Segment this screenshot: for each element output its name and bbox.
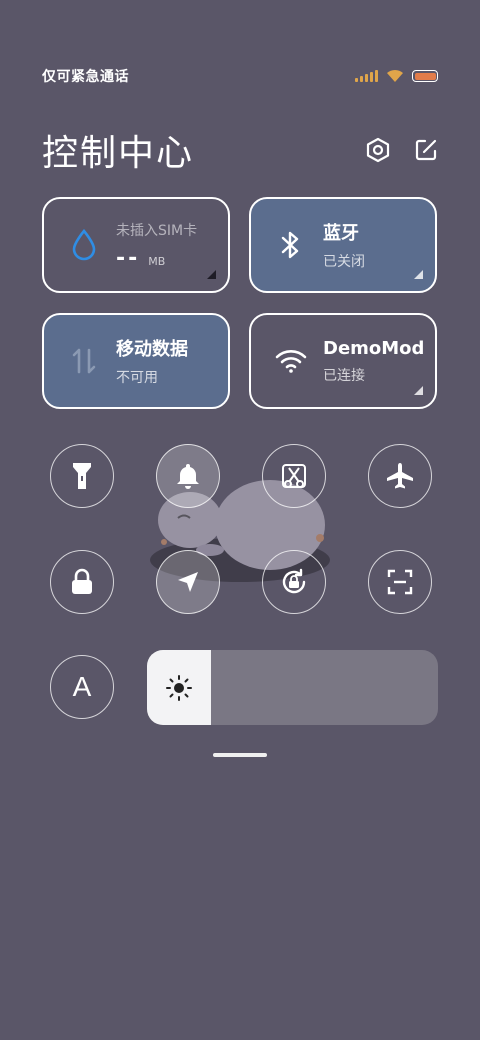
status-bar: 仅可紧急通话 bbox=[42, 66, 438, 86]
drag-handle[interactable] bbox=[213, 753, 267, 757]
mobile-data-card[interactable]: 移动数据 不可用 bbox=[42, 313, 230, 409]
card-expand-corner bbox=[207, 270, 216, 279]
flashlight-icon bbox=[73, 463, 91, 489]
wifi-status: 已连接 bbox=[323, 367, 365, 384]
page-title: 控制中心 bbox=[42, 133, 195, 174]
data-usage-value: -- bbox=[116, 245, 141, 271]
settings-icon bbox=[366, 137, 390, 163]
bell-icon bbox=[177, 464, 199, 489]
scan-icon bbox=[387, 569, 413, 595]
bluetooth-card[interactable]: 蓝牙 已关闭 bbox=[249, 197, 437, 293]
card-expand-corner bbox=[414, 386, 423, 395]
screenshot-icon bbox=[282, 464, 306, 488]
battery-icon bbox=[412, 70, 438, 82]
lock-icon bbox=[72, 568, 92, 594]
auto-brightness-label: A bbox=[72, 671, 92, 702]
auto-brightness-toggle[interactable]: A bbox=[50, 655, 114, 719]
rotation-lock-toggle[interactable] bbox=[262, 550, 326, 614]
data-usage-card[interactable]: 未插入SIM卡 -- MB bbox=[42, 197, 230, 293]
bluetooth-title: 蓝牙 bbox=[323, 223, 359, 244]
status-icons bbox=[355, 69, 438, 83]
carrier-status-text: 仅可紧急通话 bbox=[42, 69, 129, 85]
screenshot-toggle[interactable] bbox=[262, 444, 326, 508]
wifi-icon bbox=[273, 343, 309, 379]
header: 控制中心 bbox=[42, 128, 440, 174]
location-icon bbox=[178, 572, 198, 592]
header-actions bbox=[364, 136, 440, 164]
water-drop-icon bbox=[66, 227, 102, 263]
brightness-fill bbox=[147, 650, 211, 725]
settings-button[interactable] bbox=[364, 136, 392, 164]
scanner-toggle[interactable] bbox=[368, 550, 432, 614]
bluetooth-icon bbox=[273, 227, 309, 263]
lock-screen-toggle[interactable] bbox=[50, 550, 114, 614]
edit-icon bbox=[415, 139, 437, 161]
wifi-card[interactable]: DemoMod 已连接 bbox=[249, 313, 437, 409]
flashlight-toggle[interactable] bbox=[50, 444, 114, 508]
sim-status-label: 未插入SIM卡 bbox=[116, 222, 198, 239]
data-usage-unit: MB bbox=[148, 254, 166, 268]
silent-toggle[interactable] bbox=[156, 444, 220, 508]
mobile-data-status: 不可用 bbox=[116, 370, 158, 386]
mobile-data-title: 移动数据 bbox=[116, 339, 188, 360]
airplane-toggle[interactable] bbox=[368, 444, 432, 508]
edit-button[interactable] bbox=[412, 136, 440, 164]
location-toggle[interactable] bbox=[156, 550, 220, 614]
bluetooth-status: 已关闭 bbox=[323, 254, 365, 270]
sun-icon bbox=[166, 674, 192, 701]
brightness-slider[interactable] bbox=[147, 650, 438, 725]
rotation-lock-icon bbox=[282, 568, 306, 594]
card-expand-corner bbox=[414, 270, 423, 279]
data-arrows-icon bbox=[66, 343, 102, 379]
wifi-icon bbox=[387, 69, 403, 82]
signal-icon bbox=[355, 70, 378, 82]
wifi-network-name: DemoMod bbox=[323, 337, 425, 359]
airplane-icon bbox=[387, 463, 413, 489]
